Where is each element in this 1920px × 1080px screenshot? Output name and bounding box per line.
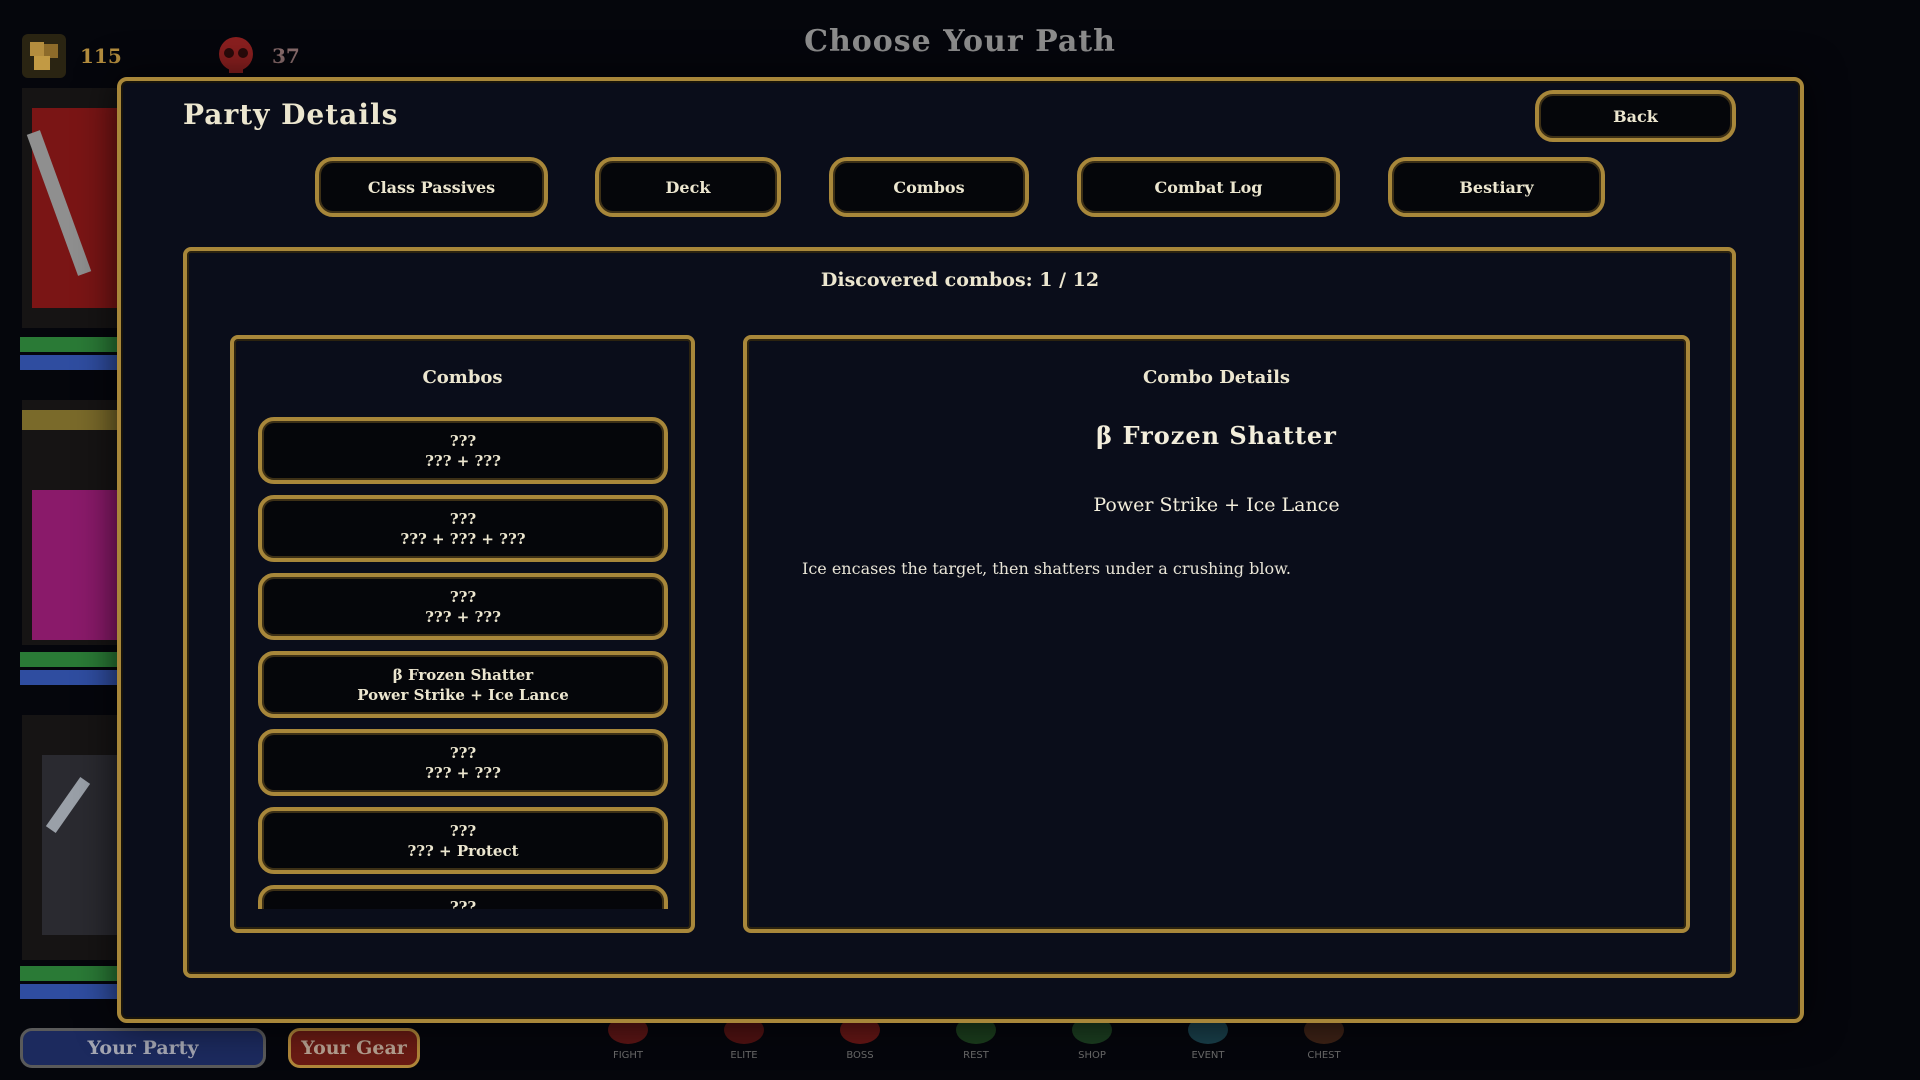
discovered-combos-count: Discovered combos: 1 / 12 [820,269,1100,291]
combo-details-recipe: Power Strike + Ice Lance [1093,494,1340,516]
gold-amount: 115 [80,44,122,68]
party-member-1-mana-bar [20,355,117,370]
modal-title: Party Details [183,98,399,131]
combo-list-item[interactable]: ??? ??? + ??? [258,417,668,484]
combo-recipe: ??? + Protect [407,841,519,860]
party-portrait-1[interactable] [22,88,117,328]
combos-list-panel: Combos ??? ??? + ??? ??? ??? + ??? + ???… [230,335,695,933]
combos-list-heading: Combos [422,367,503,388]
tab-combos[interactable]: Combos [829,157,1029,217]
tab-combat-log[interactable]: Combat Log [1077,157,1340,217]
party-portrait-2[interactable] [22,400,117,645]
skull-amount: 37 [272,44,300,68]
combo-recipe: ??? + ??? [425,451,501,470]
combo-name: ??? [449,509,477,528]
combo-name: ??? [449,431,477,450]
tab-deck[interactable]: Deck [595,157,781,217]
combo-name: β Frozen Shatter [392,665,534,684]
skull-counter: 37 [214,34,300,78]
party-portrait-3[interactable] [22,715,117,960]
skull-icon [219,37,253,73]
party-member-3-health-bar [20,966,117,981]
combo-list-item[interactable]: ??? ??? + ??? [258,729,668,796]
combo-name: ??? [449,587,477,606]
combo-list-item[interactable]: ??? ??? + ??? + ??? [258,495,668,562]
gold-coins-icon [22,34,66,78]
combo-details-heading: Combo Details [1142,367,1291,388]
map-legend-label: BOSS [846,1050,874,1061]
back-button[interactable]: Back [1535,90,1736,142]
map-legend-label: EVENT [1191,1050,1225,1061]
combo-list-item[interactable]: ??? ??? + Protect [258,807,668,874]
combo-details-description: Ice encases the target, then shatters un… [802,559,1291,578]
tab-bestiary[interactable]: Bestiary [1388,157,1605,217]
party-member-3-mana-bar [20,984,117,999]
tab-class-passives[interactable]: Class Passives [315,157,548,217]
map-legend-label: CHEST [1307,1050,1341,1061]
combo-recipe: ??? + ??? + ??? [400,529,526,548]
combo-details-name: β Frozen Shatter [1096,421,1337,450]
party-member-2-health-bar [20,652,117,667]
combos-list[interactable]: ??? ??? + ??? ??? ??? + ??? + ??? ??? ??… [258,417,668,909]
party-member-1-health-bar [20,337,117,352]
combo-name: ??? [449,743,477,762]
party-member-2-mana-bar [20,670,117,685]
map-legend-label: FIGHT [612,1050,644,1061]
combo-list-item[interactable]: ??? [258,885,668,909]
combo-recipe: ??? + ??? [425,763,501,782]
your-gear-button[interactable]: Your Gear [288,1028,420,1068]
combo-name: ??? [449,821,477,840]
map-legend-label: SHOP [1078,1050,1106,1061]
your-party-button[interactable]: Your Party [20,1028,266,1068]
combo-details-panel: Combo Details β Frozen Shatter Power Str… [743,335,1690,933]
combo-list-item-selected[interactable]: β Frozen Shatter Power Strike + Ice Lanc… [258,651,668,718]
gold-counter: 115 [22,34,122,78]
combo-recipe: Power Strike + Ice Lance [357,685,569,704]
combo-name: ??? [449,898,477,909]
combo-recipe: ??? + ??? [425,607,501,626]
combo-list-item[interactable]: ??? ??? + ??? [258,573,668,640]
map-legend-label: REST [963,1050,989,1061]
map-legend-label: ELITE [730,1050,758,1061]
